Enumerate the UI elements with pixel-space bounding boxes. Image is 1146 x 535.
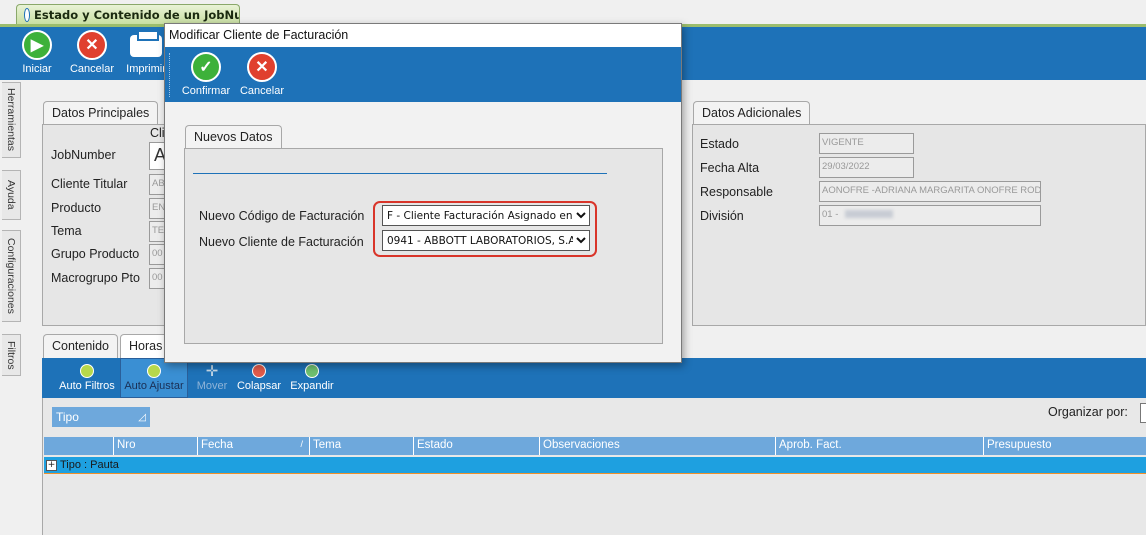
col-header-nro[interactable]: Nro xyxy=(114,437,198,455)
cliente-facturacion-label: Nuevo Cliente de Facturación xyxy=(199,235,364,249)
jobnumber-label: JobNumber xyxy=(51,148,116,162)
tab-contenido[interactable]: Contenido xyxy=(43,334,118,358)
division-label: División xyxy=(700,209,744,223)
codigo-facturacion-label: Nuevo Código de Facturación xyxy=(199,209,365,223)
play-icon: ▶ xyxy=(22,30,52,60)
window-tab-title: Estado y Contenido de un JobNu... xyxy=(34,7,240,22)
collapse-icon xyxy=(252,364,266,378)
group-by-chip[interactable]: Tipo ◿ xyxy=(52,407,150,427)
col-header-estado[interactable]: Estado xyxy=(414,437,540,455)
print-button[interactable]: Imprimir xyxy=(122,27,170,80)
start-button[interactable]: ▶ Iniciar xyxy=(16,27,58,80)
mover-button[interactable]: ✛ Mover xyxy=(192,358,232,398)
move-icon: ✛ xyxy=(205,363,219,380)
cliente-titular-label: Cliente Titular xyxy=(51,177,128,191)
cancel-label: Cancelar xyxy=(69,63,115,75)
print-label: Imprimir xyxy=(126,63,166,75)
organizar-label: Organizar por: xyxy=(1048,405,1128,419)
col-header-observaciones[interactable]: Observaciones xyxy=(540,437,776,455)
start-label: Iniciar xyxy=(22,63,52,75)
auto-filtros-button[interactable]: Auto Filtros xyxy=(56,358,118,398)
side-tab-configuraciones[interactable]: Configuraciones xyxy=(2,230,21,322)
confirm-button[interactable]: ✓ Confirmar xyxy=(179,47,233,102)
expandir-button[interactable]: Expandir xyxy=(288,358,336,398)
col-header-fecha[interactable]: Fecha / xyxy=(198,437,310,455)
col-header-tema[interactable]: Tema xyxy=(310,437,414,455)
side-tab-ayuda[interactable]: Ayuda xyxy=(2,170,21,220)
cliente-facturacion-select[interactable]: 0941 - ABBOTT LABORATORIOS, S.A xyxy=(382,230,590,251)
col-header-aprob-fact[interactable]: Aprob. Fact. xyxy=(776,437,984,455)
fecha-alta-label: Fecha Alta xyxy=(700,161,760,175)
grid-header-row: Nro Fecha / Tema Estado Observaciones Apr… xyxy=(44,437,1146,455)
sort-indicator-icon: / xyxy=(300,439,303,449)
dialog-cancel-button[interactable]: ✕ Cancelar xyxy=(237,47,287,102)
tab-datos-adicionales[interactable]: Datos Adicionales xyxy=(693,101,811,125)
resize-icon xyxy=(147,364,161,378)
grid-toolbar: Auto Filtros Auto Ajustar ✛ Mover Colaps… xyxy=(42,358,1146,398)
app-icon xyxy=(25,8,29,21)
side-tab-filtros[interactable]: Filtros xyxy=(2,334,21,376)
col-header-indicator xyxy=(44,437,114,455)
colapsar-button[interactable]: Colapsar xyxy=(234,358,284,398)
responsable-field: AONOFRE -ADRIANA MARGARITA ONOFRE ROD xyxy=(819,181,1041,202)
codigo-facturacion-select[interactable]: F - Cliente Facturación Asignado en Jo xyxy=(382,205,590,226)
window-tab[interactable]: Estado y Contenido de un JobNu... xyxy=(16,4,240,24)
fecha-alta-field: 29/03/2022 xyxy=(819,157,914,178)
blurred-value xyxy=(845,210,894,219)
toolbar-grip xyxy=(169,53,171,97)
group-row-label: Tipo : Pauta xyxy=(60,459,119,471)
check-icon: ✓ xyxy=(191,52,221,82)
expand-row-icon[interactable]: + xyxy=(46,459,57,471)
close-icon: ✕ xyxy=(77,30,107,60)
modify-billing-client-dialog: Modificar Cliente de Facturación ✓ Confi… xyxy=(164,23,682,363)
cliente-column-header: Cli xyxy=(150,126,165,140)
expand-icon xyxy=(305,364,319,378)
filter-icon xyxy=(80,364,94,378)
sort-icon: ◿ xyxy=(138,412,146,423)
divider xyxy=(193,173,607,174)
estado-field: VIGENTE xyxy=(819,133,914,154)
close-icon: ✕ xyxy=(247,52,277,82)
cancel-button[interactable]: ✕ Cancelar xyxy=(66,27,118,80)
grupo-producto-label: Grupo Producto xyxy=(51,247,140,261)
side-tab-herramientas[interactable]: Herramientas xyxy=(2,82,21,158)
tab-datos-principales[interactable]: Datos Principales xyxy=(43,101,159,125)
dialog-toolbar: ✓ Confirmar ✕ Cancelar xyxy=(165,47,681,102)
responsable-label: Responsable xyxy=(700,185,773,199)
printer-icon xyxy=(130,30,162,57)
dialog-title: Modificar Cliente de Facturación xyxy=(165,24,681,47)
tab-nuevos-datos[interactable]: Nuevos Datos xyxy=(185,125,282,149)
col-header-presupuesto[interactable]: Presupuesto xyxy=(984,437,1146,455)
grid-group-row[interactable]: + Tipo : Pauta xyxy=(44,457,1146,474)
producto-label: Producto xyxy=(51,201,102,215)
auto-ajustar-button[interactable]: Auto Ajustar xyxy=(120,358,188,398)
organizar-select[interactable] xyxy=(1140,403,1146,423)
division-field: 01 - xyxy=(819,205,1041,226)
tema-label: Tema xyxy=(51,224,82,238)
estado-label: Estado xyxy=(700,137,739,151)
macrogrupo-label: Macrogrupo Pto xyxy=(51,271,140,285)
